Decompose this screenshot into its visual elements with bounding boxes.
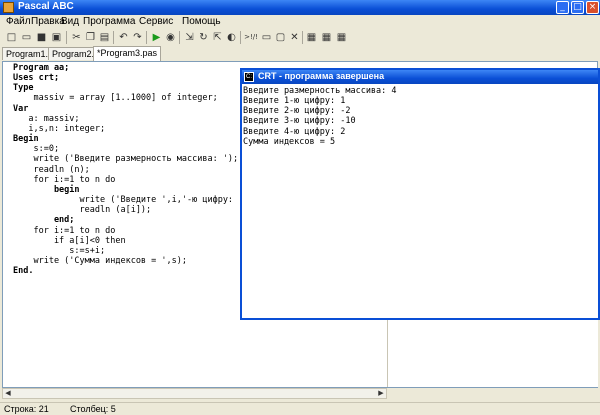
code-line: End. [13,266,34,277]
save-icon[interactable]: ■ [35,31,48,44]
code-line: s:=s+i; [13,245,106,256]
menu-edit[interactable]: Правка [31,16,65,27]
code-line: readln (n); [13,164,90,175]
menu-service[interactable]: Сервис [139,16,173,27]
step-into-icon[interactable]: ⇲ [183,31,196,44]
code-line: readln (a[i]); [13,205,152,216]
goto-line-icon[interactable]: >!/! [243,31,259,44]
console-icon: C: [244,72,254,82]
clear-icon[interactable]: ✕ [288,31,301,44]
status-line: Строка: 21 [4,404,49,414]
step-over-icon[interactable]: ↻ [197,31,210,44]
compile-all-icon[interactable]: ▦ [320,31,333,44]
tab-program3[interactable]: *Program3.pas [93,46,162,61]
crt-line: Введите 2-ю цифру: -2 [243,106,351,117]
crt-output: Введите размерность массива: 4 Введите 1… [243,86,397,147]
paste-icon[interactable]: ▤ [98,31,111,44]
save-all-icon[interactable]: ▣ [50,31,63,44]
code-line: write ('Введите ',i,'-ю цифру: '); [13,195,254,206]
menu-file[interactable]: Файл [6,16,31,27]
crt-line: Введите 1-ю цифру: 1 [243,96,346,107]
minimize-button[interactable]: _ [556,1,569,14]
toolbar-separator [113,31,114,44]
code-line: for i:=1 to n do [13,225,116,236]
code-line: Program aa; [13,63,70,73]
code-line: i,s,n: integer; [13,123,106,134]
title-bar: Pascal ABC _ □ × [0,0,600,15]
options-icon[interactable]: ▦ [335,31,348,44]
crt-line: Сумма индексов = 5 [243,136,336,147]
toolbar-separator [146,31,147,44]
code-line: Begin [13,134,39,145]
scroll-left-icon[interactable]: ◀ [3,389,13,398]
code-line: a: massiv; [13,113,80,124]
maximize-button[interactable]: □ [571,1,584,14]
crt-title-bar[interactable]: C: CRT - программа завершена [242,70,598,84]
menu-program[interactable]: Программа [83,16,135,27]
toolbar: □ ▭ ■ ▣ ✂ ❐ ▤ ↶ ↷ ▶ ◉ ⇲ ↻ ⇱ ◐ >!/! ▭ ▢ ✕… [0,29,600,47]
code-line: Uses crt; [13,73,60,84]
new-file-icon[interactable]: □ [5,31,18,44]
toolbar-separator [179,31,180,44]
code-line: massiv = array [1..1000] of integer; [13,93,218,104]
breakpoint-icon[interactable]: ◐ [225,31,238,44]
crt-window[interactable]: C: CRT - программа завершена Введите раз… [240,68,600,320]
status-bar: Строка: 21 Столбец: 5 [0,402,600,415]
code-line: for i:=1 to n do [13,174,116,185]
crt-line: Введите 3-ю цифру: -10 [243,116,356,127]
crt-line: Введите размерность массива: 4 [243,86,397,96]
code-line: s:=0; [13,144,60,155]
menu-help[interactable]: Помощь [182,16,221,27]
menu-bar: Файл Правка Вид Программа Сервис Помощь [0,15,600,29]
compile-icon[interactable]: ▦ [305,31,318,44]
code-line: begin [13,184,80,195]
code-line: write ('Введите размерность массива: '); [13,154,239,165]
file-tabs: Program1.pas Program2.pas *Program3.pas [0,46,600,61]
window-icon[interactable]: ▢ [274,31,287,44]
window-title: Pascal ABC [18,1,74,12]
status-column: Столбец: 5 [70,404,116,414]
step-out-icon[interactable]: ⇱ [211,31,224,44]
horizontal-scrollbar[interactable]: ◀ ▶ [2,388,387,399]
run-icon[interactable]: ▶ [150,31,163,44]
crt-line: Введите 4-ю цифру: 2 [243,126,346,137]
code-line: if a[i]<0 then [13,235,126,246]
app-icon [3,2,14,13]
cut-icon[interactable]: ✂ [70,31,83,44]
output-pane [387,320,598,387]
code-line: Var [13,103,29,114]
code-line: write ('Сумма индексов = ',s); [13,255,187,266]
redo-icon[interactable]: ↷ [131,31,144,44]
code-text[interactable]: Program aa; Uses crt; Type massiv = arra… [13,63,254,276]
menu-view[interactable]: Вид [61,16,79,27]
copy-icon[interactable]: ❐ [84,31,97,44]
toolbar-separator [240,31,241,44]
toolbar-separator [302,31,303,44]
watch-icon[interactable]: ▭ [260,31,273,44]
code-line: Type [13,83,34,94]
close-button[interactable]: × [586,1,599,14]
toolbar-separator [66,31,67,44]
scroll-right-icon[interactable]: ▶ [376,389,386,398]
stop-icon[interactable]: ◉ [164,31,177,44]
code-line: end; [13,215,75,226]
undo-icon[interactable]: ↶ [117,31,130,44]
crt-title: CRT - программа завершена [258,71,385,81]
open-folder-icon[interactable]: ▭ [20,31,33,44]
